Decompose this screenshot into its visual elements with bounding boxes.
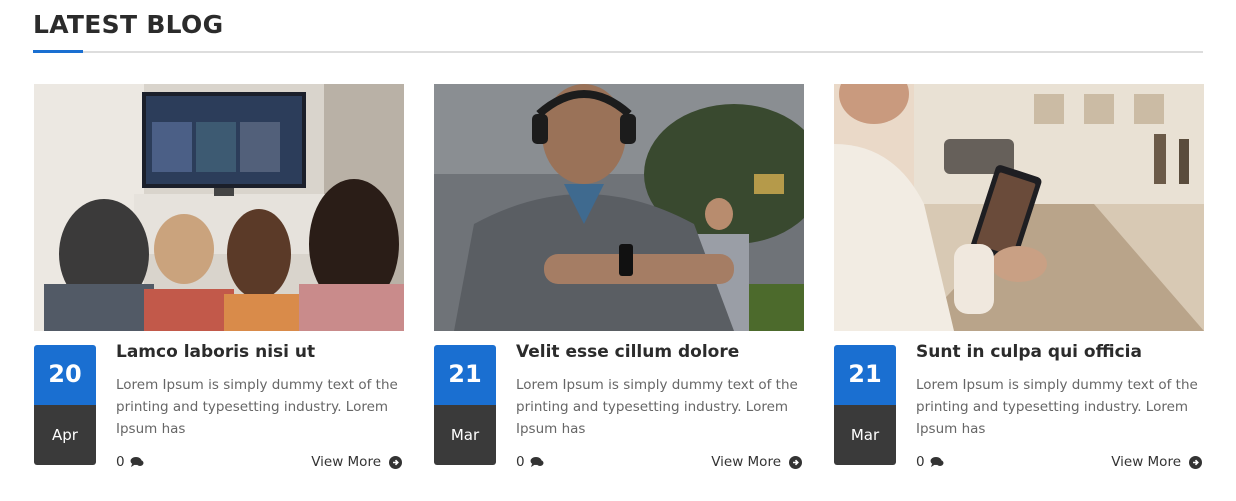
comment-count-value: 0 bbox=[916, 454, 925, 470]
post-image[interactable] bbox=[834, 84, 1204, 331]
post-day: 21 bbox=[834, 345, 896, 405]
arrow-right-circle-icon bbox=[789, 455, 802, 469]
comments-icon bbox=[530, 457, 544, 467]
post-excerpt: Lorem Ipsum is simply dummy text of the … bbox=[916, 377, 1198, 437]
blog-card: 21 Mar Velit esse cillum dolore Lorem Ip… bbox=[434, 84, 804, 484]
arrow-right-circle-icon bbox=[389, 455, 402, 469]
comment-count[interactable]: 0 bbox=[116, 454, 144, 470]
blog-card: 20 Apr Lamco laboris nisi ut Lorem Ipsum… bbox=[34, 84, 404, 484]
comments-icon bbox=[130, 457, 144, 467]
post-title-link[interactable]: Velit esse cillum dolore bbox=[516, 342, 806, 362]
view-more-link[interactable]: View More bbox=[711, 454, 802, 470]
post-day: 20 bbox=[34, 345, 96, 405]
post-month: Mar bbox=[434, 405, 496, 465]
view-more-label: View More bbox=[711, 454, 781, 470]
post-excerpt: Lorem Ipsum is simply dummy text of the … bbox=[116, 377, 398, 437]
section-title: LATEST BLOG bbox=[33, 10, 224, 39]
comment-count-value: 0 bbox=[516, 454, 525, 470]
comment-count-value: 0 bbox=[116, 454, 125, 470]
post-title-link[interactable]: Lamco laboris nisi ut bbox=[116, 342, 406, 362]
post-date: 21 Mar bbox=[434, 345, 496, 465]
post-date: 20 Apr bbox=[34, 345, 96, 465]
post-month: Apr bbox=[34, 405, 96, 465]
blog-card: 21 Mar Sunt in culpa qui officia Lorem I… bbox=[834, 84, 1204, 484]
title-accent-bar bbox=[33, 50, 83, 53]
post-image[interactable] bbox=[34, 84, 404, 331]
comment-count[interactable]: 0 bbox=[516, 454, 544, 470]
view-more-link[interactable]: View More bbox=[311, 454, 402, 470]
title-divider bbox=[33, 51, 1203, 53]
arrow-right-circle-icon bbox=[1189, 455, 1202, 469]
comment-count[interactable]: 0 bbox=[916, 454, 944, 470]
post-month: Mar bbox=[834, 405, 896, 465]
view-more-label: View More bbox=[311, 454, 381, 470]
comments-icon bbox=[930, 457, 944, 467]
view-more-label: View More bbox=[1111, 454, 1181, 470]
post-day: 21 bbox=[434, 345, 496, 405]
post-title-link[interactable]: Sunt in culpa qui officia bbox=[916, 342, 1206, 362]
post-date: 21 Mar bbox=[834, 345, 896, 465]
view-more-link[interactable]: View More bbox=[1111, 454, 1202, 470]
post-excerpt: Lorem Ipsum is simply dummy text of the … bbox=[516, 377, 798, 437]
post-image[interactable] bbox=[434, 84, 804, 331]
